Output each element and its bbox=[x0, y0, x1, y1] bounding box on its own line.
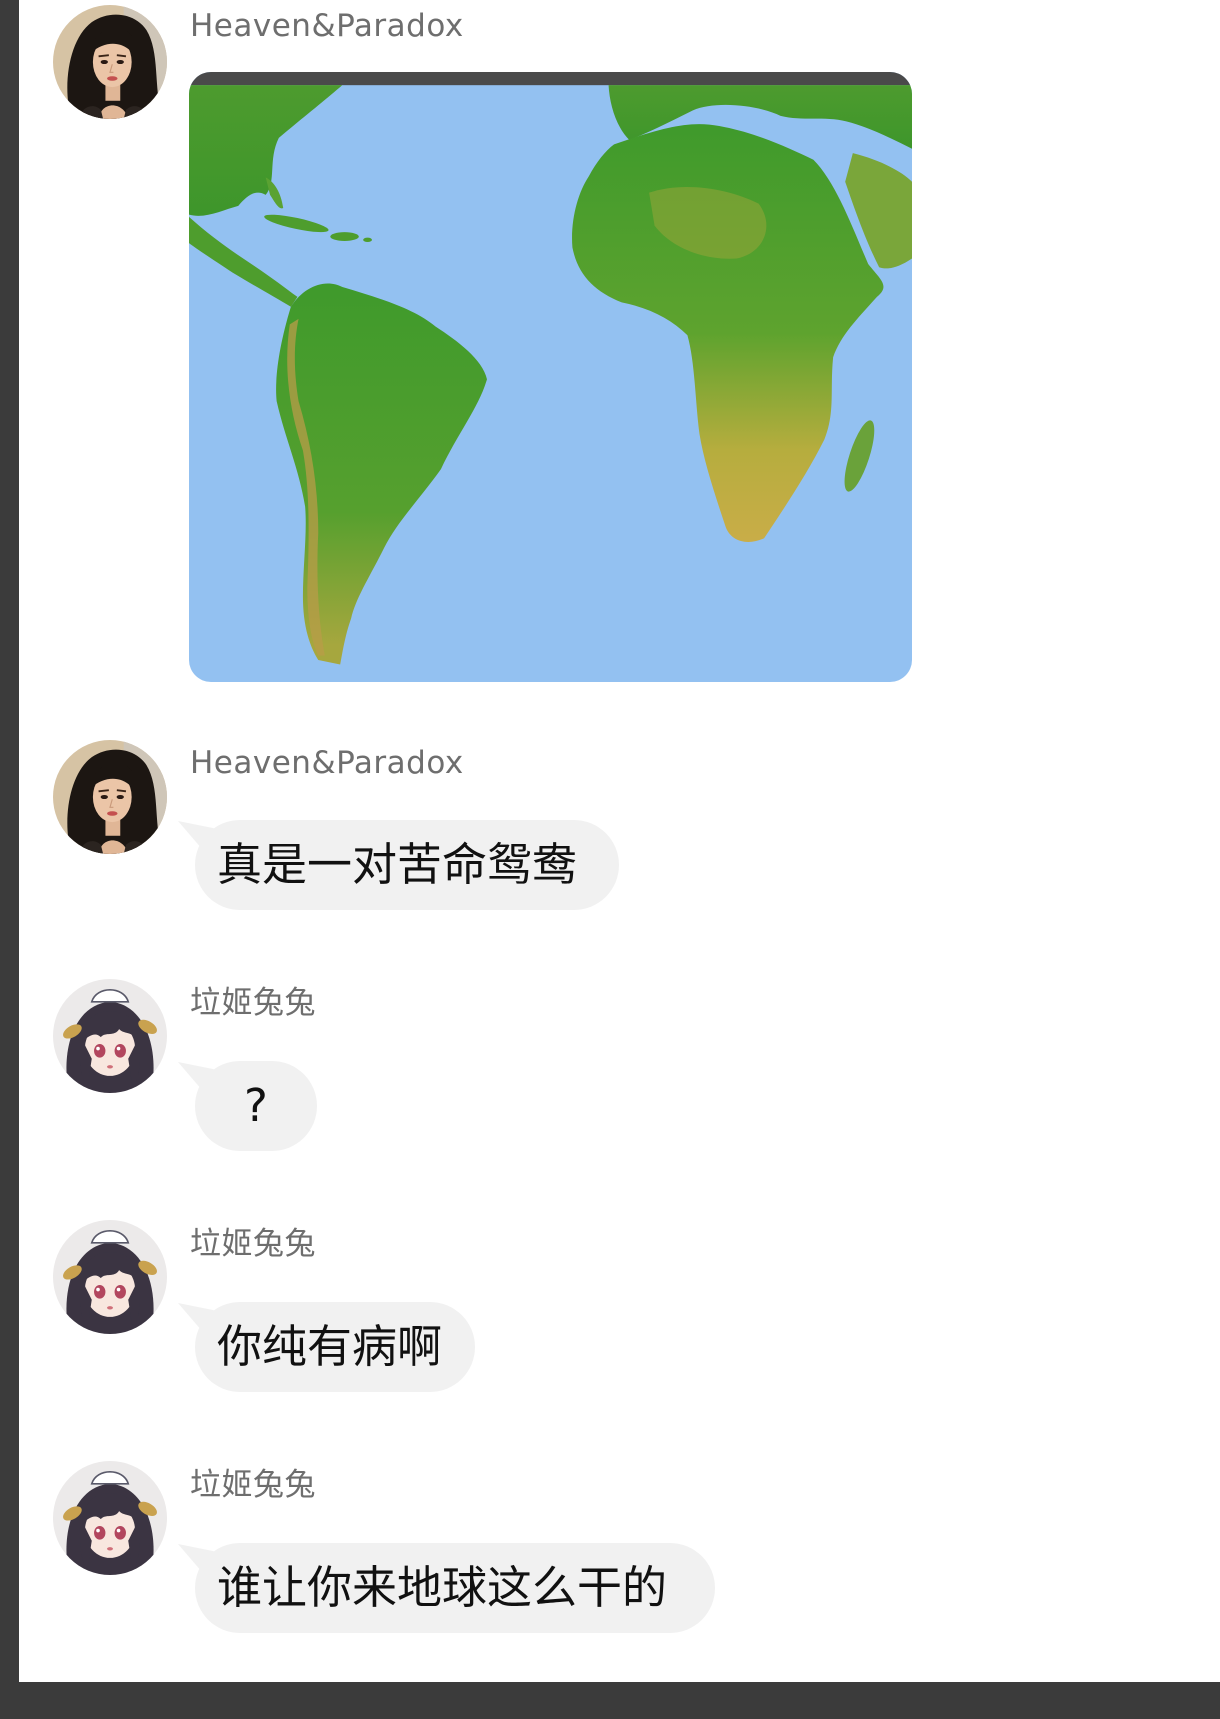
shared-map-image[interactable] bbox=[189, 72, 912, 682]
message-bubble[interactable]: 谁让你来地球这么干的 bbox=[195, 1543, 715, 1633]
sender-name: 垃姬兔兔 bbox=[190, 1226, 316, 1262]
sender-name: Heaven&Paradox bbox=[190, 745, 464, 781]
anime-girl-avatar-icon bbox=[53, 1461, 167, 1575]
anime-girl-avatar-icon bbox=[53, 1220, 167, 1334]
sender-name: Heaven&Paradox bbox=[190, 8, 464, 44]
sender-avatar[interactable] bbox=[53, 740, 167, 854]
sender-avatar[interactable] bbox=[53, 1461, 167, 1575]
message-bubble[interactable]: 真是一对苦命鸳鸯 bbox=[195, 820, 619, 910]
window-frame-bottom bbox=[0, 1682, 1220, 1719]
sender-avatar[interactable] bbox=[53, 5, 167, 119]
sender-avatar[interactable] bbox=[53, 979, 167, 1093]
hispaniola-island bbox=[330, 232, 359, 241]
sender-avatar[interactable] bbox=[53, 1220, 167, 1334]
image-top-band bbox=[189, 72, 912, 86]
window-frame-left bbox=[0, 0, 19, 1719]
woman-portrait-avatar-icon bbox=[53, 740, 167, 854]
puerto-rico-island bbox=[363, 237, 372, 243]
sender-name: 垃姬兔兔 bbox=[190, 1467, 316, 1503]
world-map-picture bbox=[189, 72, 912, 682]
sender-name: 垃姬兔兔 bbox=[190, 985, 316, 1021]
message-bubble[interactable]: 你纯有病啊 bbox=[195, 1302, 475, 1392]
woman-portrait-avatar-icon bbox=[53, 5, 167, 119]
anime-girl-avatar-icon bbox=[53, 979, 167, 1093]
message-bubble[interactable]: ? bbox=[195, 1061, 317, 1151]
